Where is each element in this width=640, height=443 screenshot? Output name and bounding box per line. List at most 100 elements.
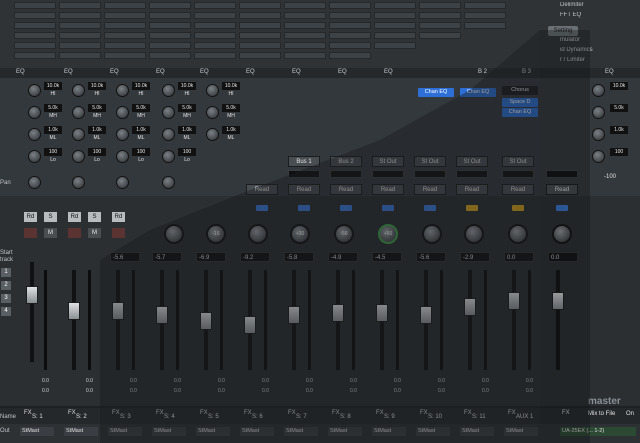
eq-knob[interactable] — [592, 128, 605, 141]
fx-button[interactable]: FX — [332, 410, 340, 416]
insert-slot[interactable] — [374, 42, 416, 49]
output-select[interactable]: StMast — [504, 427, 538, 436]
fx-button[interactable]: FX — [508, 410, 516, 416]
insert-right-label[interactable]: mulator — [560, 37, 638, 46]
insert-slot[interactable] — [104, 12, 146, 19]
routing-select[interactable]: Bus 2 — [330, 156, 362, 167]
stereo-link-icon[interactable] — [298, 205, 310, 211]
eq-knob[interactable] — [28, 106, 41, 119]
plugin-chan-eq[interactable]: Chan EQ — [418, 88, 454, 97]
insert-slot[interactable] — [239, 12, 281, 19]
insert-slot[interactable] — [284, 12, 326, 19]
automation-read-button[interactable]: Read — [372, 184, 404, 195]
channel-name[interactable]: S: 9 — [384, 414, 395, 420]
send-slot[interactable] — [414, 170, 446, 178]
insert-slot[interactable] — [59, 2, 101, 9]
insert-slot[interactable] — [194, 12, 236, 19]
output-select[interactable]: StMast — [284, 427, 318, 436]
output-select[interactable]: StMast — [108, 427, 142, 436]
volume-fader[interactable] — [288, 306, 300, 324]
insert-slot[interactable] — [284, 22, 326, 29]
insert-slot[interactable] — [239, 22, 281, 29]
volume-fader[interactable] — [376, 304, 388, 322]
volume-readout[interactable]: -9.2 — [240, 252, 270, 262]
insert-slot[interactable] — [14, 52, 56, 59]
insert-slot[interactable] — [419, 32, 461, 39]
volume-readout[interactable]: -5.8 — [284, 252, 314, 262]
automation-read-button[interactable]: Read — [246, 184, 278, 195]
volume-fader[interactable] — [332, 304, 344, 322]
insert-slot[interactable] — [14, 42, 56, 49]
volume-fader[interactable] — [156, 306, 168, 324]
output-select[interactable]: StMast — [64, 427, 98, 436]
eq-knob[interactable] — [162, 106, 175, 119]
pan-knob[interactable] — [162, 176, 175, 189]
track-number-button[interactable]: 2 — [1, 281, 11, 290]
routing-select[interactable]: Bus 1 — [288, 156, 320, 167]
channel-name[interactable]: S: 3 — [120, 414, 131, 420]
insert-slot[interactable] — [284, 2, 326, 9]
routing-select[interactable]: St Out — [502, 156, 534, 167]
insert-slot[interactable] — [59, 12, 101, 19]
volume-readout[interactable]: -2.9 — [460, 252, 490, 262]
read-button[interactable]: Rd — [68, 212, 81, 222]
volume-fader[interactable] — [552, 292, 564, 310]
insert-slot[interactable] — [329, 32, 371, 39]
eq-knob[interactable] — [72, 150, 85, 163]
volume-fader[interactable] — [112, 302, 124, 320]
insert-slot[interactable] — [104, 52, 146, 59]
automation-read-button[interactable]: Read — [414, 184, 446, 195]
output-select[interactable]: StMast — [20, 427, 54, 436]
insert-right-label[interactable]: Delimiter — [560, 2, 638, 11]
insert-slot[interactable] — [329, 52, 371, 59]
insert-slot[interactable] — [329, 22, 371, 29]
record-button[interactable] — [112, 228, 125, 238]
plugin-chorus[interactable]: Chorus — [502, 86, 538, 95]
eq-knob[interactable] — [162, 150, 175, 163]
channel-name[interactable]: S: 2 — [76, 414, 87, 420]
pan-knob[interactable] — [422, 224, 442, 244]
insert-slot[interactable] — [59, 42, 101, 49]
insert-slot[interactable] — [419, 12, 461, 19]
volume-readout[interactable]: -4.5 — [372, 252, 402, 262]
volume-fader[interactable] — [508, 292, 520, 310]
output-select[interactable]: StMast — [240, 427, 274, 436]
insert-slot[interactable] — [284, 42, 326, 49]
volume-fader[interactable] — [244, 316, 256, 334]
insert-slot[interactable] — [239, 32, 281, 39]
insert-slot[interactable] — [464, 22, 506, 29]
send-slot[interactable] — [546, 170, 578, 178]
insert-slot[interactable] — [374, 32, 416, 39]
setting-button[interactable]: Setting — [548, 26, 578, 36]
eq-knob[interactable] — [116, 128, 129, 141]
insert-slot[interactable] — [14, 2, 56, 9]
track-number-button[interactable]: 4 — [1, 307, 11, 316]
plugin-space-d[interactable]: Space D — [502, 98, 538, 107]
plugin-chan-eq[interactable]: Chan EQ — [460, 88, 496, 97]
pan-knob[interactable] — [72, 176, 85, 189]
eq-knob[interactable] — [116, 84, 129, 97]
eq-knob[interactable] — [592, 150, 605, 163]
insert-slot[interactable] — [464, 2, 506, 9]
fx-button[interactable]: FX — [420, 410, 428, 416]
eq-knob[interactable] — [206, 128, 219, 141]
plugin-chan-eq[interactable]: Chan EQ — [502, 108, 538, 117]
output-select[interactable]: StMast — [372, 427, 406, 436]
pan-knob[interactable] — [464, 224, 484, 244]
stereo-link-icon[interactable] — [340, 205, 352, 211]
automation-read-button[interactable]: Read — [330, 184, 362, 195]
pan-knob[interactable] — [164, 224, 184, 244]
stereo-link-icon[interactable] — [466, 205, 478, 211]
insert-slot[interactable] — [104, 32, 146, 39]
automation-read-button[interactable]: Read — [288, 184, 320, 195]
eq-knob[interactable] — [592, 106, 605, 119]
eq-knob[interactable] — [116, 106, 129, 119]
solo-button[interactable]: S — [88, 212, 101, 222]
volume-fader[interactable] — [200, 312, 212, 330]
mix-to-file-button[interactable]: Mix to File — [588, 411, 615, 417]
pan-knob[interactable] — [552, 224, 572, 244]
output-select[interactable]: StMast — [152, 427, 186, 436]
insert-slot[interactable] — [239, 42, 281, 49]
insert-slot[interactable] — [329, 2, 371, 9]
eq-knob[interactable] — [116, 150, 129, 163]
